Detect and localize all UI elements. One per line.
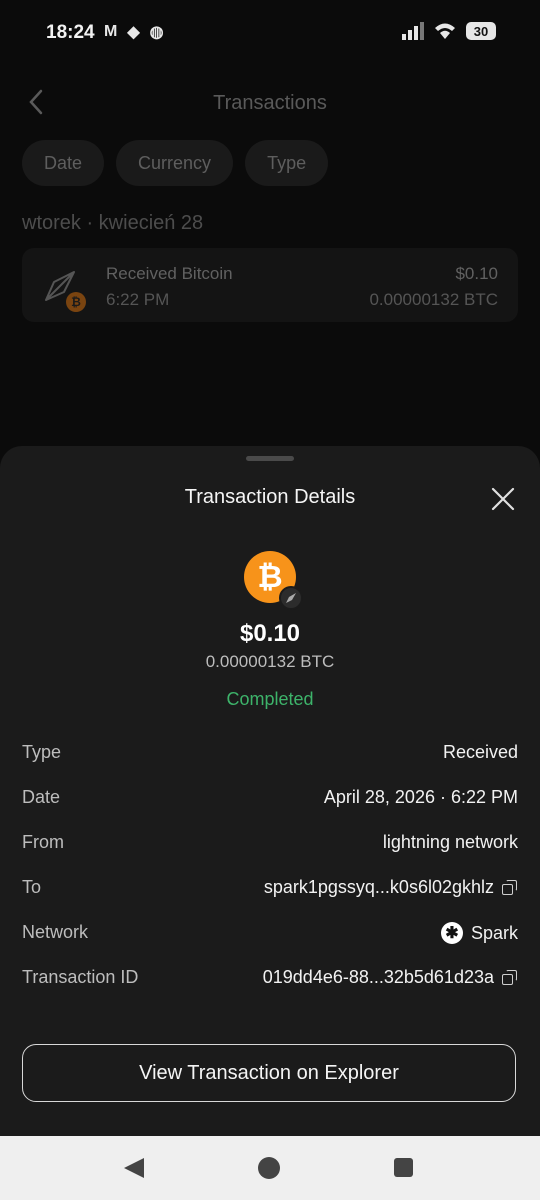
detail-row-type: Type Received — [22, 742, 518, 787]
detail-value-to: spark1pgssyq...k0s6l02gkhlz — [263, 877, 494, 897]
signal-icon — [402, 22, 424, 40]
received-arrow-badge-icon — [279, 586, 303, 610]
transaction-amount-usd: $0.10 — [455, 264, 498, 283]
detail-label: Network — [22, 922, 89, 942]
filter-date-chip[interactable]: Date — [22, 140, 105, 186]
wifi-icon — [435, 23, 455, 39]
filter-currency-chip[interactable]: Currency — [116, 140, 234, 186]
transaction-name: Received Bitcoin — [106, 264, 233, 283]
spark-logo-icon: ✱ — [440, 922, 463, 944]
detail-row-to: To spark1pgssyq...k0s6l02gkhlz — [22, 877, 518, 922]
nav-home-icon[interactable] — [258, 1157, 280, 1179]
sheet-drag-handle[interactable] — [246, 456, 294, 461]
detail-label: Transaction ID — [22, 967, 139, 987]
detail-row-date: Date April 28, 2026 · 6:22 PM — [22, 787, 518, 832]
status-label: Completed — [226, 689, 314, 709]
bitcoin-badge-icon: ₿ — [66, 292, 86, 312]
status-bar: 18:24 M ◆ ◍ 30 — [0, 0, 540, 64]
transaction-amount-btc: 0.00000132 BTC — [369, 290, 498, 309]
filter-chips: Date Currency Type — [22, 140, 329, 186]
system-nav-bar — [0, 1136, 540, 1200]
page-title: Transactions — [213, 92, 327, 114]
detail-value-network: Spark — [470, 922, 518, 943]
detail-row-from: From lightning network — [22, 832, 518, 877]
status-time: 18:24 — [46, 22, 95, 43]
detail-value-from: lightning network — [382, 832, 518, 852]
system-icons: 30 — [402, 22, 496, 40]
detail-row-network: Network ✱ Spark — [22, 922, 518, 967]
view-on-explorer-button[interactable]: View Transaction on Explorer — [22, 1044, 516, 1102]
nav-recents-icon[interactable] — [394, 1158, 413, 1177]
nav-back-icon[interactable] — [124, 1158, 144, 1178]
sheet-title: Transaction Details — [184, 486, 356, 508]
detail-label: To — [22, 877, 42, 897]
date-group-header: wtorek · kwiecień 28 — [22, 212, 204, 234]
circle-icon: ◍ — [149, 24, 164, 41]
transaction-details-sheet: Transaction Details ₿ $0.10 0.00000132 B… — [0, 446, 540, 1136]
detail-value-txid: 019dd4e6-88...32b5d61d23a — [262, 967, 494, 987]
detail-row-txid: Transaction ID 019dd4e6-88...32b5d61d23a — [22, 967, 518, 1012]
detail-label: Date — [22, 787, 61, 807]
detail-value-date: April 28, 2026 · 6:22 PM — [323, 787, 518, 807]
copy-address-icon[interactable] — [502, 879, 518, 896]
transaction-time: 6:22 PM — [106, 290, 170, 309]
diamond-icon: ◆ — [127, 24, 140, 41]
close-icon[interactable] — [490, 486, 516, 512]
battery-icon: 30 — [466, 22, 496, 40]
details-list: Type Received Date April 28, 2026 · 6:22… — [22, 742, 518, 1012]
notification-icons: M ◆ ◍ — [104, 22, 164, 42]
amount-btc: 0.00000132 BTC — [205, 652, 335, 671]
detail-label: From — [22, 832, 64, 852]
gmail-icon: M — [104, 23, 118, 40]
detail-value-type: Received — [442, 742, 518, 762]
detail-label: Type — [22, 742, 62, 762]
transaction-list-item[interactable]: ₿ Received Bitcoin 6:22 PM $0.10 0.00000… — [22, 248, 518, 322]
amount-usd: $0.10 — [239, 620, 301, 647]
filter-type-chip[interactable]: Type — [245, 140, 329, 186]
copy-txid-icon[interactable] — [502, 969, 518, 986]
